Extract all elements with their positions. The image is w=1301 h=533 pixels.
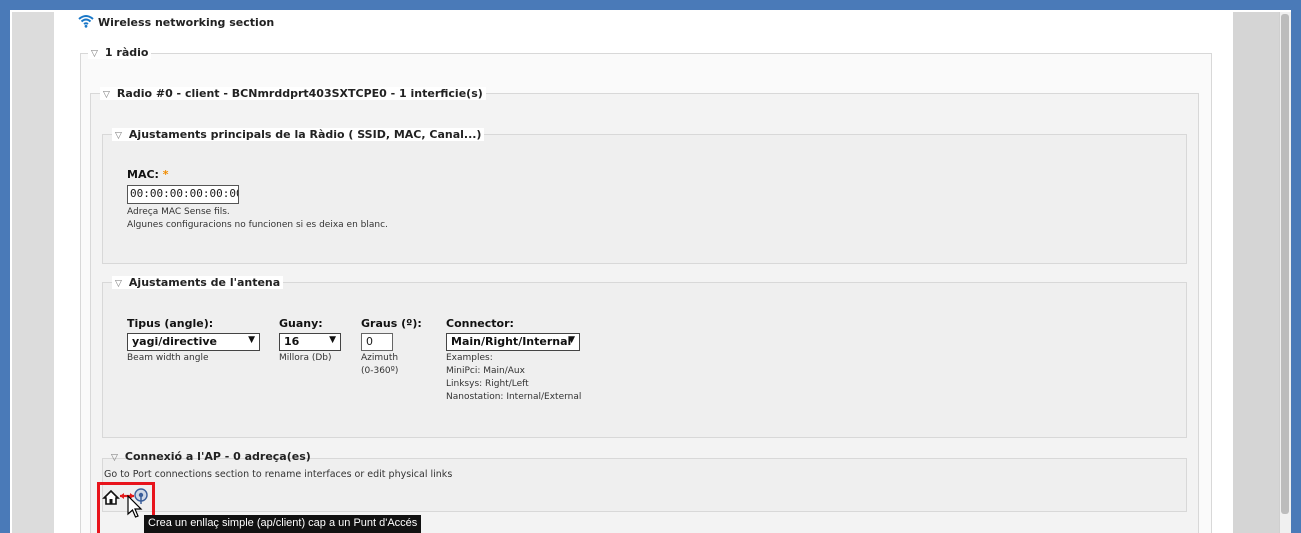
mac-help-line: Algunes configuracions no funcionen si e… [127, 220, 388, 230]
form-content: Wireless networking section ▽ 1 ràdio ▽ Ra… [54, 12, 1233, 533]
mac-label: MAC: * [127, 168, 169, 181]
required-mark: * [162, 168, 169, 181]
connector-select[interactable]: Main/Right/Internal ▼ [446, 333, 580, 351]
left-gutter [12, 12, 54, 533]
antenna-type-value: yagi/directive [132, 335, 217, 348]
connector-help-line: MiniPci: Main/Aux [446, 366, 525, 376]
degrees-help-line: Azimuth [361, 353, 399, 363]
tooltip: Crea un enllaç simple (ap/client) cap a … [144, 515, 422, 533]
connector-help-line: Examples: [446, 353, 493, 363]
gain-help: Millora (Db) [279, 353, 332, 363]
degrees-input[interactable]: 0 [361, 333, 393, 351]
gain-select[interactable]: 16 ▼ [279, 333, 341, 351]
gain-label: Guany: [279, 317, 323, 330]
mac-input[interactable]: 00:00:00:00:00:00 [127, 185, 239, 204]
window-frame-left [0, 0, 10, 533]
connector-help-line: Linksys: Right/Left [446, 379, 529, 389]
radio0-legend[interactable]: ▽ Radio #0 - client - BCNmrddprt403SXTCPE… [100, 87, 486, 100]
antenna-type-select[interactable]: yagi/directive ▼ [127, 333, 260, 351]
radio0-legend-label: Radio #0 - client - BCNmrddprt403SXTCPE0… [116, 87, 483, 100]
degrees-label: Graus (º): [361, 317, 422, 330]
window-frame-right [1291, 0, 1301, 533]
gain-value: 16 [284, 335, 300, 348]
mac-help: Adreça MAC Sense fils. Algunes configura… [127, 206, 388, 232]
radios-legend[interactable]: ▽ 1 ràdio [88, 46, 152, 59]
dropdown-arrow-icon: ▼ [568, 335, 575, 345]
ap-connection-legend-label: Connexió a l'AP - 0 adreça(es) [124, 450, 311, 463]
connector-value: Main/Right/Internal [451, 335, 572, 348]
scrollbar-thumb[interactable] [1281, 14, 1289, 514]
collapse-triangle-icon[interactable]: ▽ [115, 131, 122, 141]
antenna-legend[interactable]: ▽ Ajustaments de l'antena [112, 276, 284, 289]
degrees-help: Azimuth (0-360º) [361, 352, 398, 378]
collapse-triangle-icon[interactable]: ▽ [115, 279, 122, 289]
antenna-type-help: Beam width angle [127, 353, 209, 363]
dropdown-arrow-icon: ▼ [248, 335, 255, 345]
antenna-legend-label: Ajustaments de l'antena [128, 276, 281, 289]
collapse-triangle-icon[interactable]: ▽ [103, 90, 110, 100]
dropdown-arrow-icon: ▼ [329, 335, 336, 345]
mac-label-text: MAC: [127, 168, 159, 181]
antenna-fieldset [102, 282, 1187, 438]
degrees-help-line: (0-360º) [361, 366, 399, 376]
main-settings-legend[interactable]: ▽ Ajustaments principals de la Ràdio ( SS… [112, 128, 485, 141]
wifi-icon [78, 15, 94, 28]
ap-connection-legend[interactable]: ▽ Connexió a l'AP - 0 adreça(es) [108, 450, 314, 463]
connector-label: Connector: [446, 317, 514, 330]
mouse-cursor-icon [127, 495, 143, 518]
ap-connection-fieldset [102, 458, 1187, 512]
connector-help-line: Nanostation: Internal/External [446, 392, 582, 402]
collapse-triangle-icon[interactable]: ▽ [91, 49, 98, 59]
main-settings-legend-label: Ajustaments principals de la Ràdio ( SSI… [128, 128, 482, 141]
antenna-type-label: Tipus (angle): [127, 317, 214, 330]
collapse-triangle-icon[interactable]: ▽ [111, 453, 118, 463]
connector-help: Examples: MiniPci: Main/Aux Linksys: Rig… [446, 352, 581, 404]
main-settings-fieldset [102, 134, 1187, 264]
ap-connection-hint: Go to Port connections section to rename… [104, 469, 453, 480]
section-title: Wireless networking section [98, 16, 275, 29]
radios-legend-label: 1 ràdio [104, 46, 149, 59]
mac-help-line: Adreça MAC Sense fils. [127, 207, 230, 217]
right-gutter [1233, 12, 1279, 533]
